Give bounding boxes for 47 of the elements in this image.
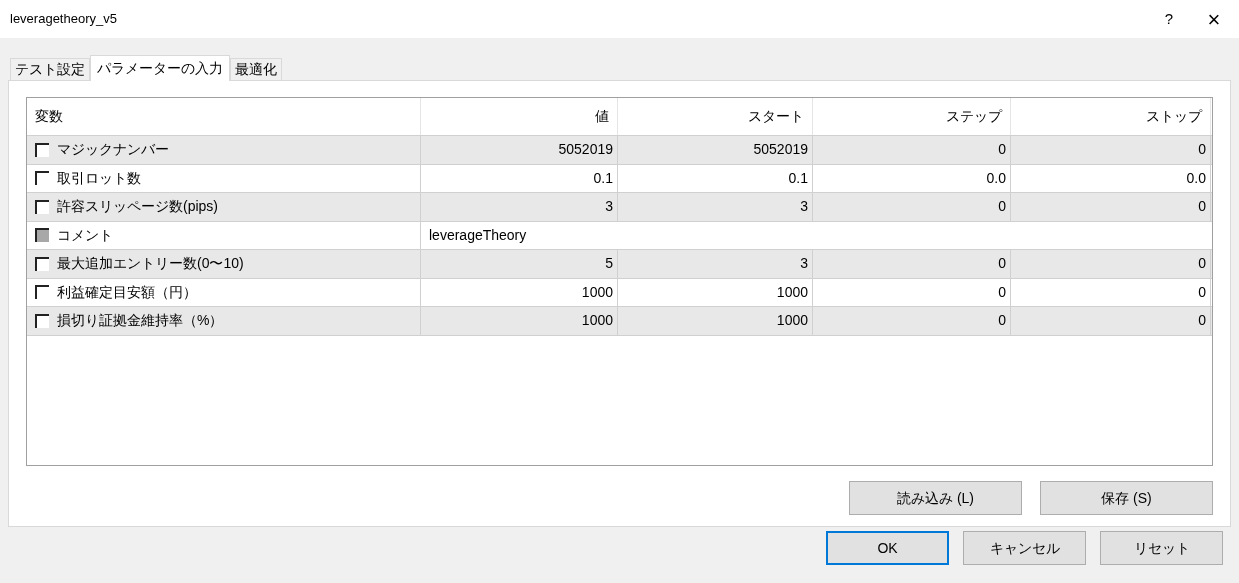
checkbox[interactable]	[35, 256, 49, 271]
table-cell-text: 1000	[581, 311, 613, 331]
table-cell-text: 0.1	[788, 168, 808, 188]
tab[interactable]: 最適化	[230, 58, 282, 80]
table-cell-text: leverageTheory	[429, 225, 527, 245]
table-cell-text: 3	[800, 254, 808, 274]
table-cell-text: マジックナンバー	[57, 140, 169, 160]
checkbox[interactable]	[35, 313, 49, 328]
table-cell-text: 5052019	[753, 140, 808, 160]
checkbox[interactable]	[35, 142, 49, 157]
table-cell-text: 5	[605, 254, 613, 274]
table-cell-text: 5052019	[558, 140, 613, 160]
table-cell-text: 1000	[776, 282, 808, 302]
table-cell-text: 0	[998, 140, 1006, 160]
checkbox[interactable]	[35, 199, 49, 214]
table-cell-text: 0	[998, 254, 1006, 274]
table-cell-text: 0	[998, 311, 1006, 331]
table-cell-text: 0	[1198, 282, 1206, 302]
dialog-button[interactable]: リセット	[1100, 531, 1223, 565]
table-cell-text: 取引ロット数	[57, 168, 141, 188]
table-cell-text: 最大追加エントリー数(0〜10)	[57, 254, 244, 274]
table-cell-text: 0	[998, 282, 1006, 302]
help-button[interactable]: ?	[1149, 2, 1189, 36]
panel-button[interactable]: 保存 (S)	[1040, 481, 1213, 515]
tab[interactable]: テスト設定	[10, 58, 90, 80]
table-cell-text: 3	[605, 197, 613, 217]
table-cell-text: 0	[998, 197, 1006, 217]
dialog-button[interactable]: キャンセル	[963, 531, 1086, 565]
panel-button[interactable]: 読み込み (L)	[849, 481, 1022, 515]
table-cell-text: 0	[1198, 197, 1206, 217]
table-cell-text: 利益確定目安額（円）	[57, 282, 197, 302]
dialog-button[interactable]: OK	[826, 531, 949, 565]
table-cell-text: コメント	[57, 225, 113, 245]
table-cell-text: 1000	[581, 282, 613, 302]
window-title: leveragetheory_v5	[10, 10, 117, 29]
table-cell-text: 1000	[776, 311, 808, 331]
table-cell-text: 0.0	[1186, 168, 1206, 188]
table-cell-text: 0.1	[593, 168, 613, 188]
close-button[interactable]: ×	[1189, 2, 1239, 36]
table-cell-text: 0	[1198, 311, 1206, 331]
table-cell-text: 0	[1198, 140, 1206, 160]
table-cell-text: 損切り証拠金維持率（%）	[57, 311, 224, 331]
table-cell-text: 0	[1198, 254, 1206, 274]
table-cell-text: 0.0	[986, 168, 1006, 188]
tab[interactable]: パラメーターの入力	[90, 55, 230, 81]
table-cell-text: 3	[800, 197, 808, 217]
table-cell-text: 許容スリッページ数(pips)	[57, 197, 218, 217]
